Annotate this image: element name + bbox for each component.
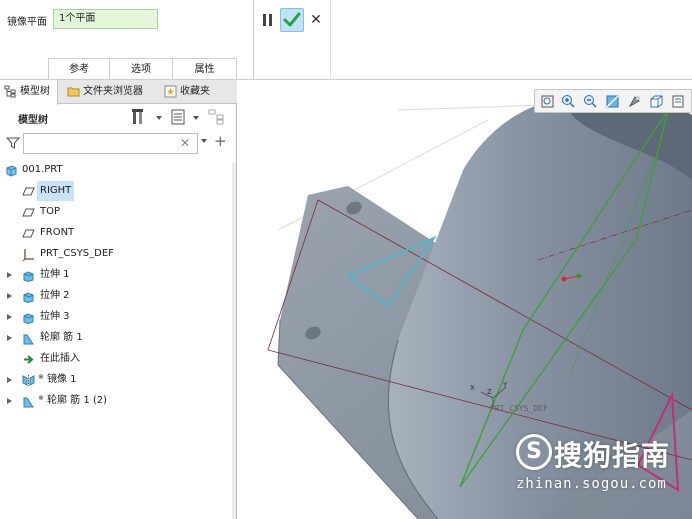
zoom-out-icon[interactable] xyxy=(583,94,598,109)
model-tree-title: 模型树 xyxy=(18,115,48,126)
clear-search-icon[interactable]: ✕ xyxy=(180,136,190,150)
ok-button[interactable] xyxy=(280,8,304,32)
tab-folder-browser[interactable]: 文件夹浏览器 xyxy=(63,80,155,104)
graphics-toolbar xyxy=(534,89,692,113)
datum-plane-icon xyxy=(22,208,35,217)
new-feature-mark: ※ xyxy=(38,373,44,381)
model-tree-icon xyxy=(4,85,16,98)
csys-axis-x: X xyxy=(470,384,475,392)
tab-label: 文件夹浏览器 xyxy=(83,86,143,97)
add-column-button[interactable]: + xyxy=(214,132,227,150)
chevron-down-icon[interactable] xyxy=(156,116,162,120)
repaint-icon[interactable] xyxy=(605,94,620,109)
display-style-icon[interactable] xyxy=(627,94,642,109)
tree-item-label: RIGHT xyxy=(37,181,75,201)
tree-item-label: TOP xyxy=(40,206,61,217)
tab-model-tree[interactable]: 模型树 xyxy=(0,80,58,105)
tree-search-input[interactable] xyxy=(23,133,198,154)
sogou-logo-icon: S xyxy=(516,434,552,470)
expand-arrow-icon[interactable] xyxy=(7,377,12,383)
tree-filter-options-icon[interactable] xyxy=(208,109,226,125)
dashboard-divider xyxy=(330,0,331,80)
extrude-icon xyxy=(23,313,34,324)
tree-search-row: ✕ + xyxy=(4,132,233,155)
insert-arrow-icon xyxy=(24,355,34,364)
rib-icon xyxy=(23,334,34,345)
csys-label: PRT_CSYS_DEF xyxy=(490,404,548,413)
show-list-icon[interactable] xyxy=(171,109,185,125)
rib-icon xyxy=(23,397,34,408)
refit-icon[interactable] xyxy=(540,94,555,109)
expand-arrow-icon[interactable] xyxy=(7,314,12,320)
tab-references[interactable]: 参考 xyxy=(48,59,110,81)
tree-item-label: 镜像 1 xyxy=(47,374,77,385)
watermark-url: zhinan.sogou.com xyxy=(516,476,667,492)
tree-item-insert-here[interactable]: 在此插入 xyxy=(0,349,232,369)
tree-item-label: 轮廓 筋 1 (2) xyxy=(47,395,108,406)
tree-item-label: 001.PRT xyxy=(22,164,63,175)
csys-axis-y: Y xyxy=(503,381,508,389)
pause-button[interactable] xyxy=(261,11,275,29)
tab-label: 收藏夹 xyxy=(180,86,210,97)
mirror-plane-label: 镜像平面 xyxy=(7,17,47,28)
chevron-down-icon[interactable] xyxy=(201,139,207,143)
dashboard-tabs: 参考 选项 属性 xyxy=(48,58,237,81)
tree-item-label: 拉伸 2 xyxy=(40,290,70,301)
tree-item-label: 拉伸 1 xyxy=(40,269,70,280)
cancel-button[interactable]: ✕ xyxy=(309,11,323,29)
settings-tools-icon[interactable] xyxy=(131,108,147,126)
csys-axis-z: Z xyxy=(487,388,492,396)
tree-item-right-plane[interactable]: RIGHT xyxy=(0,181,232,201)
new-feature-mark: ※ xyxy=(38,394,44,402)
datum-plane-icon xyxy=(22,187,35,196)
tree-item-label: 轮廓 筋 1 xyxy=(40,332,83,343)
datum-plane-icon xyxy=(22,229,35,238)
mirror-plane-collector[interactable]: 1个平面 xyxy=(53,9,158,29)
favorites-icon xyxy=(164,85,177,98)
tree-item-extrude-2[interactable]: 拉伸 2 xyxy=(0,286,232,306)
navigator-panel: 模型树 文件夹浏览器 收藏夹 模型树 ✕ + 001.PRT RIGHT TOP… xyxy=(0,80,237,519)
mirror-icon xyxy=(22,375,35,386)
tab-properties[interactable]: 属性 xyxy=(173,59,237,81)
folder-icon xyxy=(67,87,80,97)
saved-views-icon[interactable] xyxy=(671,94,686,109)
tab-options[interactable]: 选项 xyxy=(110,59,173,81)
tree-item-front-plane[interactable]: FRONT xyxy=(0,223,232,243)
tree-item-rib-1-copy[interactable]: ※ 轮廓 筋 1 (2) xyxy=(0,391,232,411)
zoom-in-icon[interactable] xyxy=(561,94,576,109)
extrude-icon xyxy=(23,271,34,282)
expand-arrow-icon[interactable] xyxy=(7,398,12,404)
tree-item-label: 在此插入 xyxy=(40,353,80,364)
tree-item-rib-1[interactable]: 轮廓 筋 1 xyxy=(0,328,232,348)
tree-item-extrude-1[interactable]: 拉伸 1 xyxy=(0,265,232,285)
tree-item-extrude-3[interactable]: 拉伸 3 xyxy=(0,307,232,327)
watermark: S 搜狗指南 zhinan.sogou.com xyxy=(514,432,692,502)
part-icon xyxy=(6,165,17,177)
extrude-icon xyxy=(23,292,34,303)
mirror-dashboard: 镜像平面 1个平面 参考 选项 属性 ✕ xyxy=(0,0,692,81)
tree-item-top-plane[interactable]: TOP xyxy=(0,202,232,222)
navigator-tabs: 模型树 文件夹浏览器 收藏夹 xyxy=(0,80,237,105)
graphics-viewport[interactable]: X Z Y PRT_CSYS_DEF S 搜狗指南 zhinan.sogou.c… xyxy=(238,80,692,519)
checkmark-icon xyxy=(283,12,301,27)
csys-icon xyxy=(22,249,34,261)
expand-arrow-icon[interactable] xyxy=(7,272,12,278)
tree-item-label: PRT_CSYS_DEF xyxy=(40,248,114,259)
tab-favorites[interactable]: 收藏夹 xyxy=(160,80,222,104)
dashboard-divider xyxy=(253,0,254,80)
filter-icon[interactable] xyxy=(6,136,20,150)
expand-arrow-icon[interactable] xyxy=(7,293,12,299)
tree-item-label: 拉伸 3 xyxy=(40,311,70,322)
panel-scrollbar[interactable] xyxy=(232,163,236,519)
tree-item-label: FRONT xyxy=(40,227,75,238)
watermark-brand: 搜狗指南 xyxy=(554,439,671,472)
tree-item[interactable]: 001.PRT xyxy=(0,160,232,180)
expand-arrow-icon[interactable] xyxy=(7,335,12,341)
chevron-down-icon[interactable] xyxy=(193,116,199,120)
tab-label: 模型树 xyxy=(20,86,50,97)
tree-item-mirror-1[interactable]: ※ 镜像 1 xyxy=(0,370,232,390)
tree-item-csys[interactable]: PRT_CSYS_DEF xyxy=(0,244,232,264)
view-orientation-icon[interactable] xyxy=(649,94,664,109)
